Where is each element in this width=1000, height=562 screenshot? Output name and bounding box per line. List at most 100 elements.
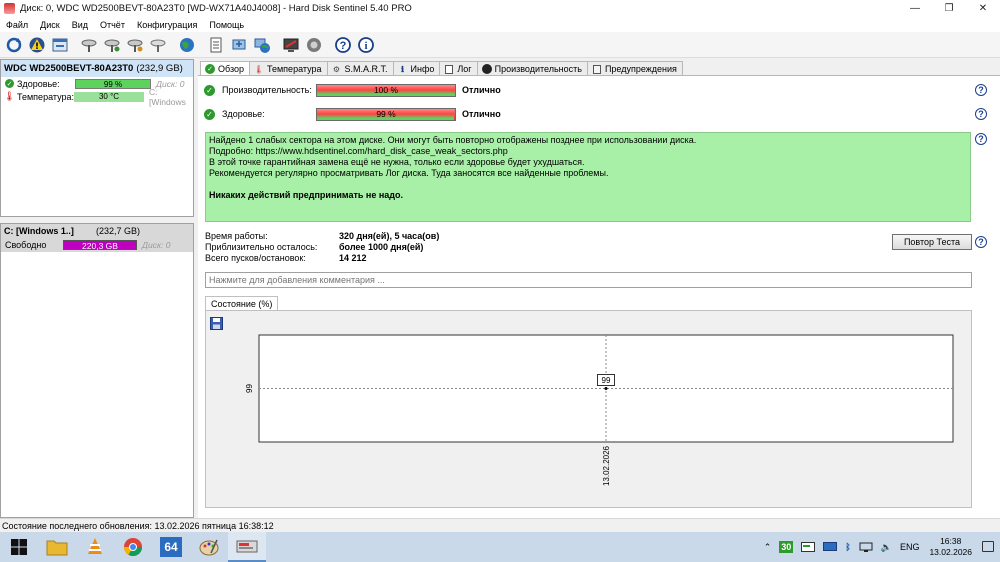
partition-free-label: Свободно — [5, 240, 47, 250]
tray-display-icon[interactable] — [823, 542, 838, 552]
notification-center-icon[interactable] — [982, 541, 994, 552]
hdd-scan-icon — [104, 39, 119, 52]
tab-log[interactable]: Лог — [439, 61, 478, 76]
tray-network-icon[interactable] — [859, 542, 873, 553]
aida64-icon: 64 — [160, 537, 182, 557]
title-bar: Диск: 0, WDC WD2500BEVT-80A23T0 [WD-WX71… — [0, 0, 1000, 17]
restore-button[interactable]: ❐ — [932, 0, 966, 17]
state-chart-tab[interactable]: Состояние (%) — [205, 296, 279, 311]
disk-temp-row: 🌡 Температура: 30 °C C: [Windows — [1, 87, 193, 107]
web-button[interactable] — [176, 34, 197, 55]
network-button[interactable] — [251, 34, 272, 55]
window-controls: — ❐ ✕ — [898, 0, 1000, 17]
disk-test-button-1[interactable] — [78, 34, 99, 55]
performance-value: 100 % — [373, 84, 399, 95]
uptime-row: Время работы: 320 дня(ей), 5 часа(ов) — [205, 231, 439, 242]
tab-overview[interactable]: ✓ Обзор — [200, 61, 250, 76]
network-tray-icon — [859, 542, 873, 552]
tray-overflow-icon[interactable]: ⌃ — [764, 542, 772, 553]
comment-input[interactable] — [205, 272, 972, 288]
folder-icon — [46, 540, 68, 556]
refresh-icon — [6, 37, 21, 52]
minimize-button[interactable]: — — [898, 0, 932, 17]
tray-clock[interactable]: 16:38 13.02.2026 — [929, 536, 972, 558]
help-button[interactable]: ? — [332, 34, 353, 55]
menu-disk[interactable]: Диск — [34, 20, 66, 30]
message-help-icon[interactable]: ? — [975, 133, 987, 145]
tray-temp-badge[interactable]: 30 — [779, 541, 794, 553]
partition-size: (232,7 GB) — [96, 226, 141, 236]
info-icon: ℹ — [401, 64, 405, 74]
disk-test-button-2[interactable] — [101, 34, 122, 55]
retest-button[interactable]: Повтор Теста — [892, 234, 972, 250]
performance-icon — [481, 64, 492, 74]
disk-list: WDC WD2500BEVT-80A23T0 (232,9 GB) ✓ Здор… — [0, 59, 194, 217]
speaker-icon — [306, 37, 321, 52]
tray-badge-value: 30 — [779, 541, 794, 553]
state-chart-panel: 99 13.02.2026 99 — [205, 310, 972, 508]
start-button[interactable] — [0, 532, 38, 562]
warnings-icon — [592, 64, 602, 74]
state-chart: 99 13.02.2026 99 — [245, 334, 954, 486]
tab-label: S.M.A.R.T. — [344, 64, 388, 74]
tab-label: Температура — [267, 64, 322, 74]
chart-ytick-label: 99 — [245, 384, 254, 393]
disk-test-button-3[interactable] — [124, 34, 145, 55]
tab-label: Инфо — [410, 64, 435, 74]
tray-bluetooth-icon[interactable]: ᛒ — [845, 542, 850, 552]
menu-configuration[interactable]: Конфигурация — [131, 20, 203, 30]
taskbar-hdsentinel[interactable] — [228, 532, 266, 562]
tab-info[interactable]: ℹ Инфо — [392, 61, 441, 76]
close-button[interactable]: ✕ — [966, 0, 1000, 17]
performance-help-icon[interactable]: ? — [975, 84, 987, 96]
menu-bar: Файл Диск Вид Отчёт Конфигурация Помощь — [0, 17, 1000, 32]
send-report-button[interactable] — [228, 34, 249, 55]
tab-smart[interactable]: ⚙ S.M.A.R.T. — [326, 61, 394, 76]
message-line: Рекомендуется регулярно просматривать Ло… — [209, 168, 609, 178]
menu-file[interactable]: Файл — [0, 20, 34, 30]
tab-performance[interactable]: Производительность — [476, 61, 588, 76]
clock-time: 16:38 — [940, 536, 962, 546]
message-line: Подробно: https://www.hdsentinel.com/har… — [209, 146, 508, 156]
menu-view[interactable]: Вид — [66, 20, 94, 30]
alert-button[interactable] — [26, 34, 47, 55]
tab-label: Предупреждения — [604, 64, 677, 74]
taskbar-explorer[interactable] — [38, 532, 76, 562]
status-bar: Состояние последнего обновления: 13.02.2… — [0, 518, 1000, 532]
taskbar-paint[interactable] — [190, 532, 228, 562]
hdd-tray-icon — [801, 542, 816, 552]
menu-help[interactable]: Помощь — [203, 20, 250, 30]
taskbar-chrome[interactable] — [114, 532, 152, 562]
message-line: Найдено 1 слабых сектора на этом диске. … — [209, 135, 697, 145]
settings-button[interactable] — [280, 34, 301, 55]
tab-label: Лог — [457, 64, 472, 74]
health-row: ✓ Здоровье: 99 % Отлично — [204, 107, 501, 121]
disk-test-button-4[interactable] — [147, 34, 168, 55]
health-help-icon[interactable]: ? — [975, 108, 987, 120]
remaining-label: Приблизительно осталось: — [205, 242, 318, 252]
taskbar-aida64[interactable]: 64 — [152, 532, 190, 562]
smart-icon: ⚙ — [332, 64, 341, 74]
sound-button[interactable] — [303, 34, 324, 55]
health-ok-icon: ✓ — [204, 108, 215, 120]
partition-list: C: [Windows 1..] (232,7 GB) Свободно 220… — [0, 223, 194, 518]
tray-language[interactable]: ENG — [900, 542, 920, 552]
about-button[interactable]: i — [355, 34, 376, 55]
tab-temperature[interactable]: 🌡 Температура — [249, 61, 328, 76]
tab-warnings[interactable]: Предупреждения — [586, 61, 683, 76]
vlc-cone-icon — [88, 538, 102, 554]
tray-hdd-icon[interactable] — [801, 542, 816, 552]
remaining-value: более 1000 дня(ей) — [339, 242, 424, 252]
tray-volume-icon[interactable]: 🔈 — [881, 542, 892, 553]
chart-point-label: 99 — [602, 376, 611, 385]
document-icon — [210, 37, 221, 52]
report-button[interactable] — [205, 34, 226, 55]
disk-item[interactable]: WDC WD2500BEVT-80A23T0 (232,9 GB) — [1, 60, 193, 77]
partition-item[interactable]: C: [Windows 1..] (232,7 GB) — [1, 224, 193, 238]
refresh-button[interactable] — [3, 34, 24, 55]
disk-report-button[interactable] — [49, 34, 70, 55]
menu-report[interactable]: Отчёт — [94, 20, 131, 30]
taskbar-vlc[interactable] — [76, 532, 114, 562]
main-panel: ✓ Обзор 🌡 Температура ⚙ S.M.A.R.T. ℹ Инф… — [198, 59, 1000, 518]
retest-help-icon[interactable]: ? — [975, 236, 987, 248]
